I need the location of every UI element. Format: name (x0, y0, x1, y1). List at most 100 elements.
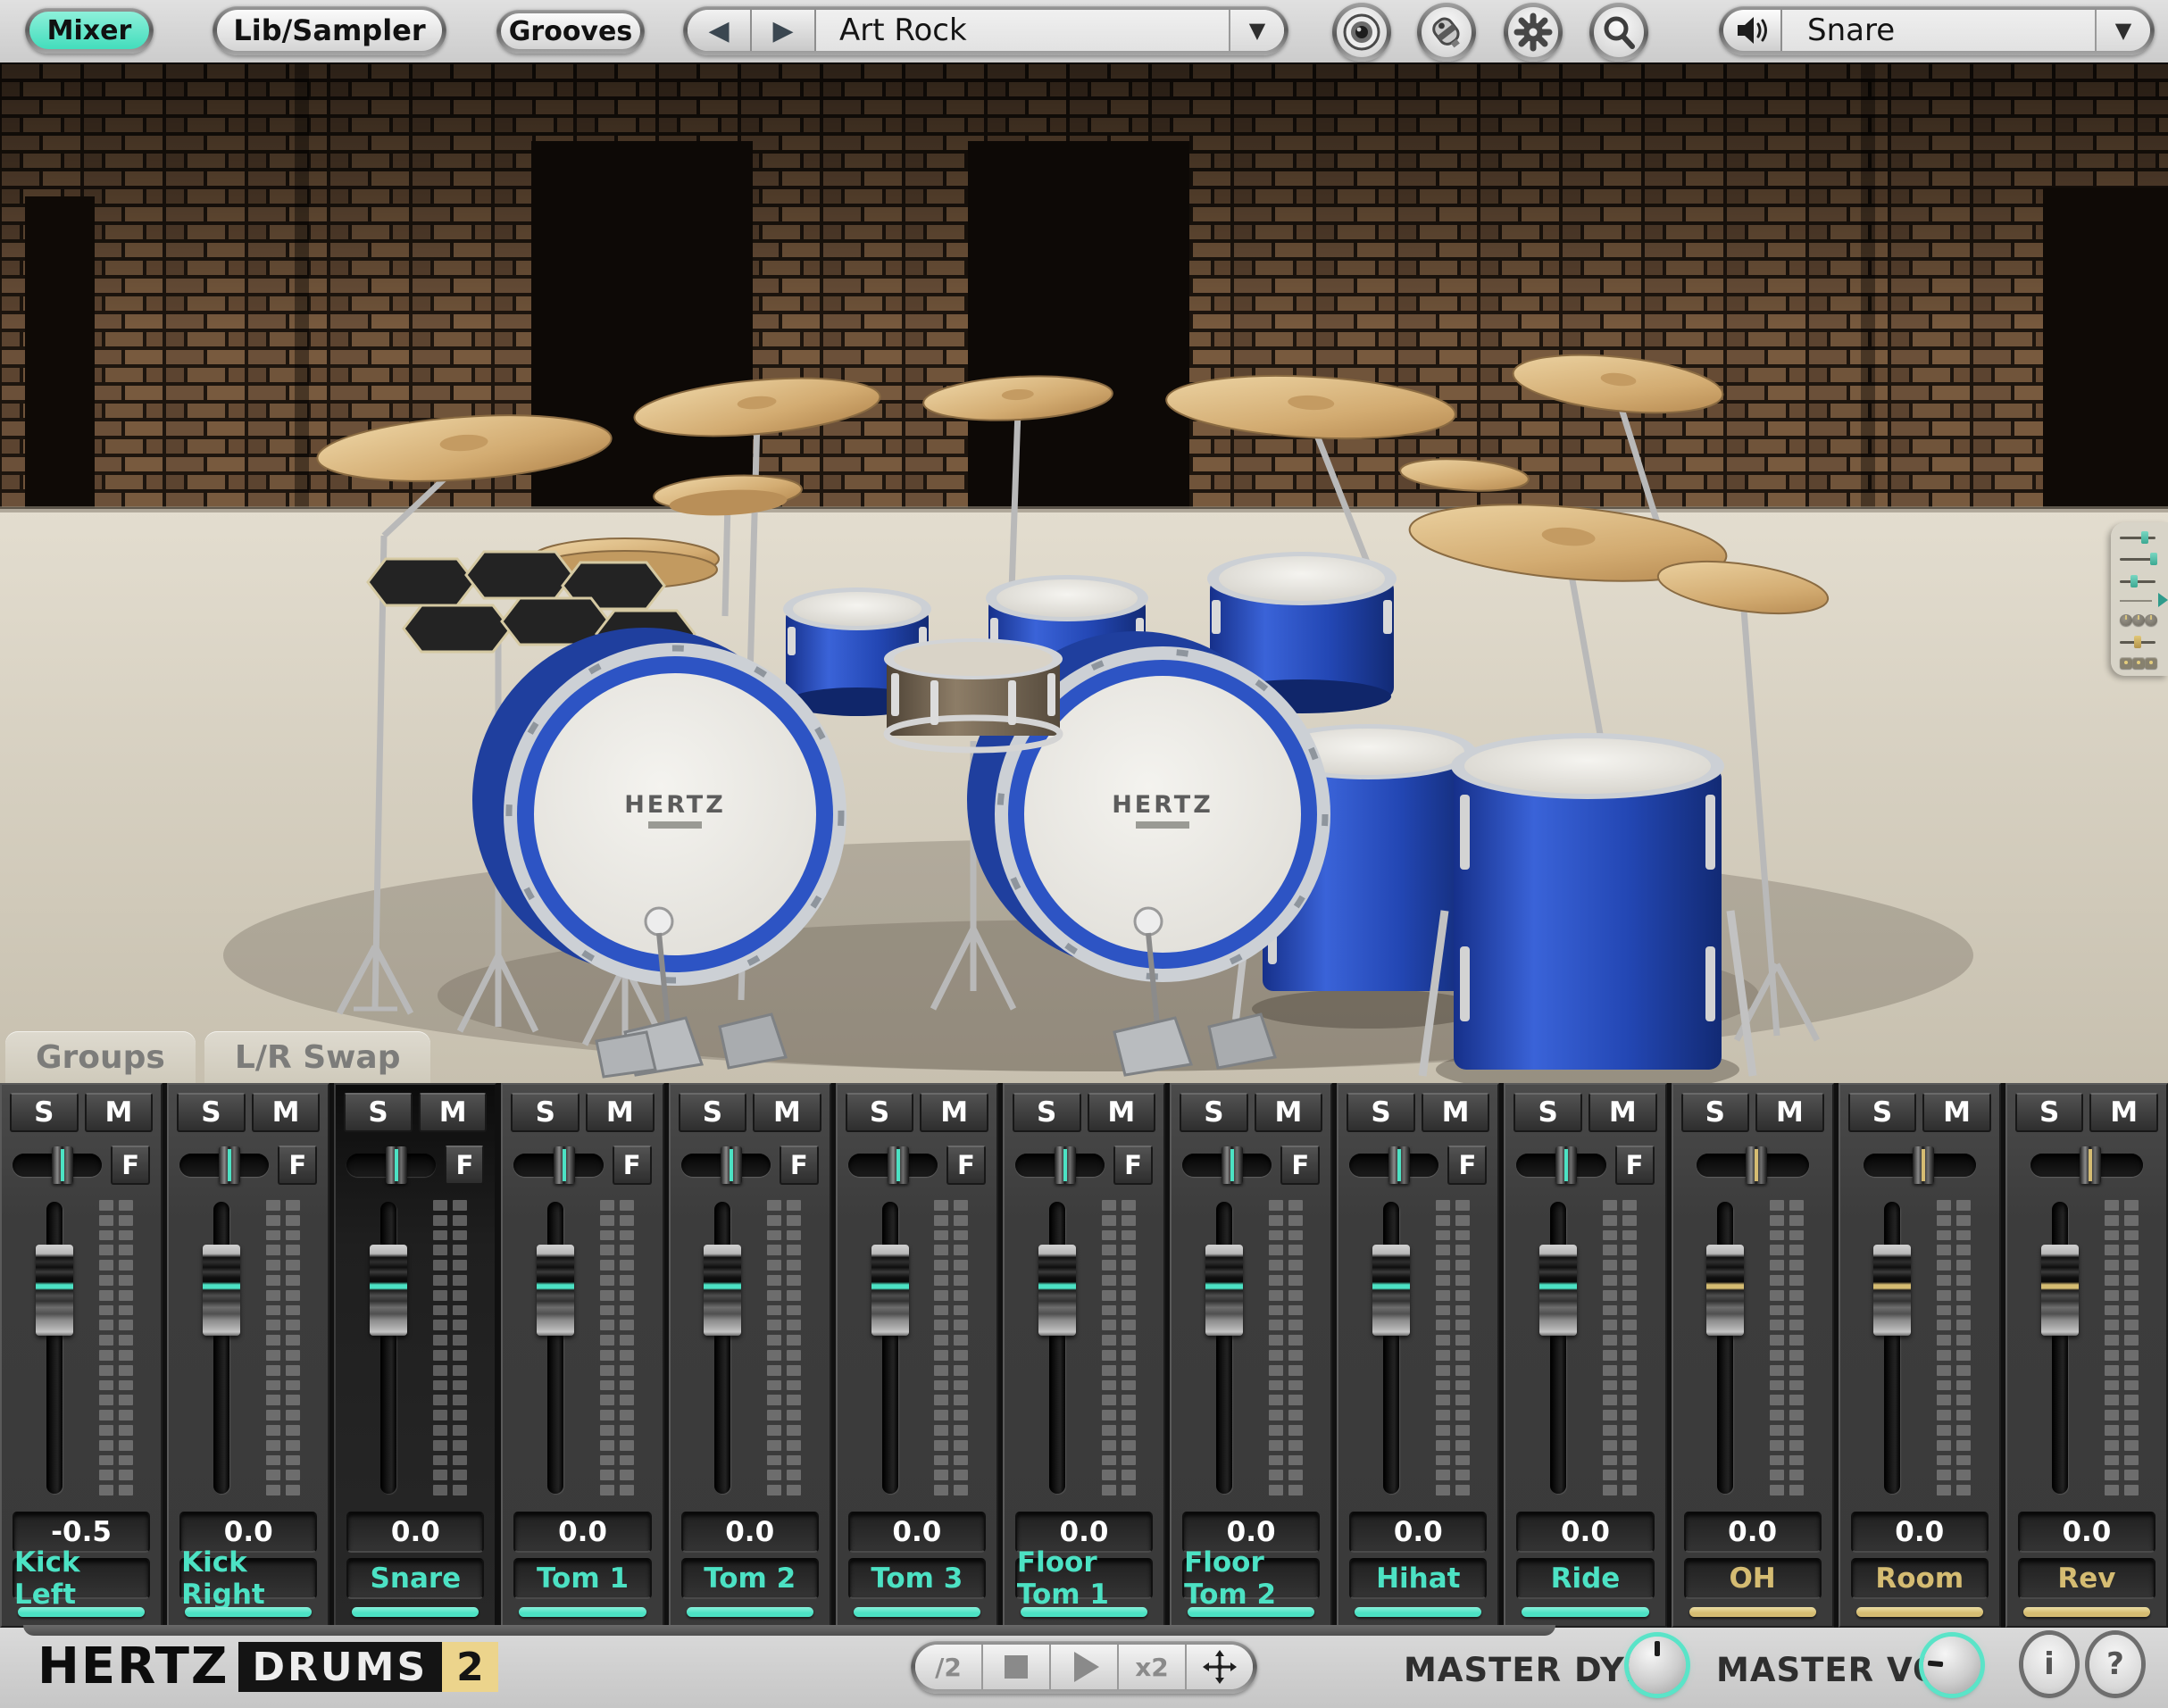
pan-handle[interactable] (554, 1146, 575, 1184)
tab-lr-swap[interactable]: L/R Swap (204, 1031, 431, 1083)
master-dyn-knob[interactable] (1629, 1637, 1686, 1694)
volume-fader[interactable] (2041, 1245, 2079, 1336)
channel-label[interactable]: Kick Left (13, 1558, 150, 1599)
solo-button[interactable]: S (177, 1093, 246, 1132)
flyout-slider-4[interactable] (2120, 636, 2161, 648)
volume-fader[interactable] (370, 1245, 407, 1336)
mute-button[interactable]: M (1255, 1093, 1323, 1132)
drag-midi-button[interactable] (1187, 1645, 1253, 1689)
mute-button[interactable]: M (753, 1093, 821, 1132)
mute-button[interactable]: M (1588, 1093, 1657, 1132)
mute-button[interactable]: M (586, 1093, 655, 1132)
solo-button[interactable]: S (1848, 1093, 1917, 1132)
tab-lib-sampler[interactable]: Lib/Sampler (217, 10, 442, 51)
channel-label[interactable]: Snare (346, 1558, 484, 1599)
floor-tom-2-drum[interactable] (1422, 733, 1753, 1083)
mute-button[interactable]: M (85, 1093, 154, 1132)
pan-slider[interactable] (346, 1154, 436, 1177)
pan-slider[interactable] (179, 1154, 269, 1177)
pan-slider[interactable] (1864, 1154, 1976, 1177)
tempo-double-button[interactable]: x2 (1119, 1645, 1187, 1689)
help-button[interactable]: ? (2089, 1635, 2141, 1694)
mute-button[interactable]: M (1422, 1093, 1490, 1132)
fx-button[interactable]: F (613, 1146, 652, 1185)
solo-button[interactable]: S (10, 1093, 79, 1132)
solo-button[interactable]: S (2015, 1093, 2084, 1132)
stop-button[interactable] (983, 1645, 1051, 1689)
pan-slider[interactable] (1516, 1154, 1605, 1177)
pan-slider[interactable] (513, 1154, 603, 1177)
channel-label[interactable]: OH (1684, 1558, 1822, 1599)
mute-button[interactable]: M (419, 1093, 488, 1132)
flyout-expand-arrow[interactable] (2158, 593, 2168, 607)
volume-fader[interactable] (871, 1245, 909, 1336)
fx-button[interactable]: F (111, 1146, 150, 1185)
fx-button[interactable]: F (1615, 1146, 1655, 1185)
preset-next-button[interactable]: ▶ (752, 10, 816, 51)
pan-slider[interactable] (2030, 1154, 2143, 1177)
volume-fader[interactable] (1205, 1245, 1243, 1336)
mute-button[interactable]: M (1755, 1093, 1824, 1132)
pan-handle[interactable] (1388, 1146, 1410, 1184)
volume-fader[interactable] (1539, 1245, 1577, 1336)
monitor-button[interactable] (1332, 3, 1391, 62)
pan-slider[interactable] (848, 1154, 938, 1177)
preset-prev-button[interactable]: ◀ (688, 10, 752, 51)
solo-button[interactable]: S (1013, 1093, 1081, 1132)
flyout-knobs[interactable] (2120, 614, 2161, 626)
fx-button[interactable]: F (1113, 1146, 1153, 1185)
master-vol-knob[interactable] (1923, 1637, 1980, 1694)
tab-grooves[interactable]: Grooves (501, 13, 640, 49)
preset-dropdown[interactable]: Art Rock (816, 10, 1229, 51)
pan-handle[interactable] (1555, 1146, 1577, 1184)
mic-settings-button[interactable] (1417, 3, 1476, 62)
channel-label[interactable]: Tom 3 (848, 1558, 986, 1599)
play-button[interactable] (1051, 1645, 1119, 1689)
pan-slider[interactable] (1015, 1154, 1105, 1177)
fx-button[interactable]: F (780, 1146, 819, 1185)
solo-button[interactable]: S (344, 1093, 413, 1132)
pan-handle[interactable] (219, 1146, 240, 1184)
instrument-caret[interactable]: ▼ (2095, 10, 2150, 51)
info-button[interactable]: i (2023, 1635, 2075, 1694)
volume-fader[interactable] (704, 1245, 741, 1336)
pan-slider[interactable] (1697, 1154, 1809, 1177)
pan-handle[interactable] (1746, 1146, 1767, 1184)
mute-button[interactable]: M (252, 1093, 321, 1132)
solo-button[interactable]: S (846, 1093, 914, 1132)
tab-groups[interactable]: Groups (5, 1031, 196, 1083)
tempo-half-button[interactable]: /2 (915, 1645, 983, 1689)
fx-button[interactable]: F (946, 1146, 986, 1185)
tab-mixer[interactable]: Mixer (29, 12, 149, 49)
pan-handle[interactable] (721, 1146, 742, 1184)
channel-label[interactable]: Rev (2018, 1558, 2155, 1599)
fx-button[interactable]: F (445, 1146, 484, 1185)
channel-label[interactable]: Tom 1 (513, 1558, 651, 1599)
volume-fader[interactable] (537, 1245, 574, 1336)
preset-caret[interactable]: ▼ (1229, 10, 1284, 51)
pan-handle[interactable] (1055, 1146, 1076, 1184)
volume-fader[interactable] (1873, 1245, 1911, 1336)
search-button[interactable] (1589, 3, 1648, 62)
solo-button[interactable]: S (1347, 1093, 1415, 1132)
solo-button[interactable]: S (1180, 1093, 1248, 1132)
channel-label[interactable]: Floor Tom 2 (1182, 1558, 1320, 1599)
fx-button[interactable]: F (1280, 1146, 1320, 1185)
audition-button[interactable] (1723, 10, 1782, 51)
pan-handle[interactable] (1222, 1146, 1243, 1184)
solo-button[interactable]: S (511, 1093, 580, 1132)
flyout-slider-1[interactable] (2120, 531, 2161, 544)
channel-label[interactable]: Ride (1516, 1558, 1654, 1599)
pan-slider[interactable] (1349, 1154, 1438, 1177)
pan-handle[interactable] (1913, 1146, 1934, 1184)
volume-fader[interactable] (1372, 1245, 1410, 1336)
solo-button[interactable]: S (679, 1093, 747, 1132)
pan-handle[interactable] (52, 1146, 73, 1184)
volume-fader[interactable] (1038, 1245, 1076, 1336)
mute-button[interactable]: M (1922, 1093, 1991, 1132)
channel-label[interactable]: Hihat (1349, 1558, 1487, 1599)
flyout-slider-2[interactable] (2120, 553, 2161, 565)
settings-button[interactable] (1504, 3, 1563, 62)
volume-fader[interactable] (1706, 1245, 1744, 1336)
channel-label[interactable]: Floor Tom 1 (1015, 1558, 1153, 1599)
